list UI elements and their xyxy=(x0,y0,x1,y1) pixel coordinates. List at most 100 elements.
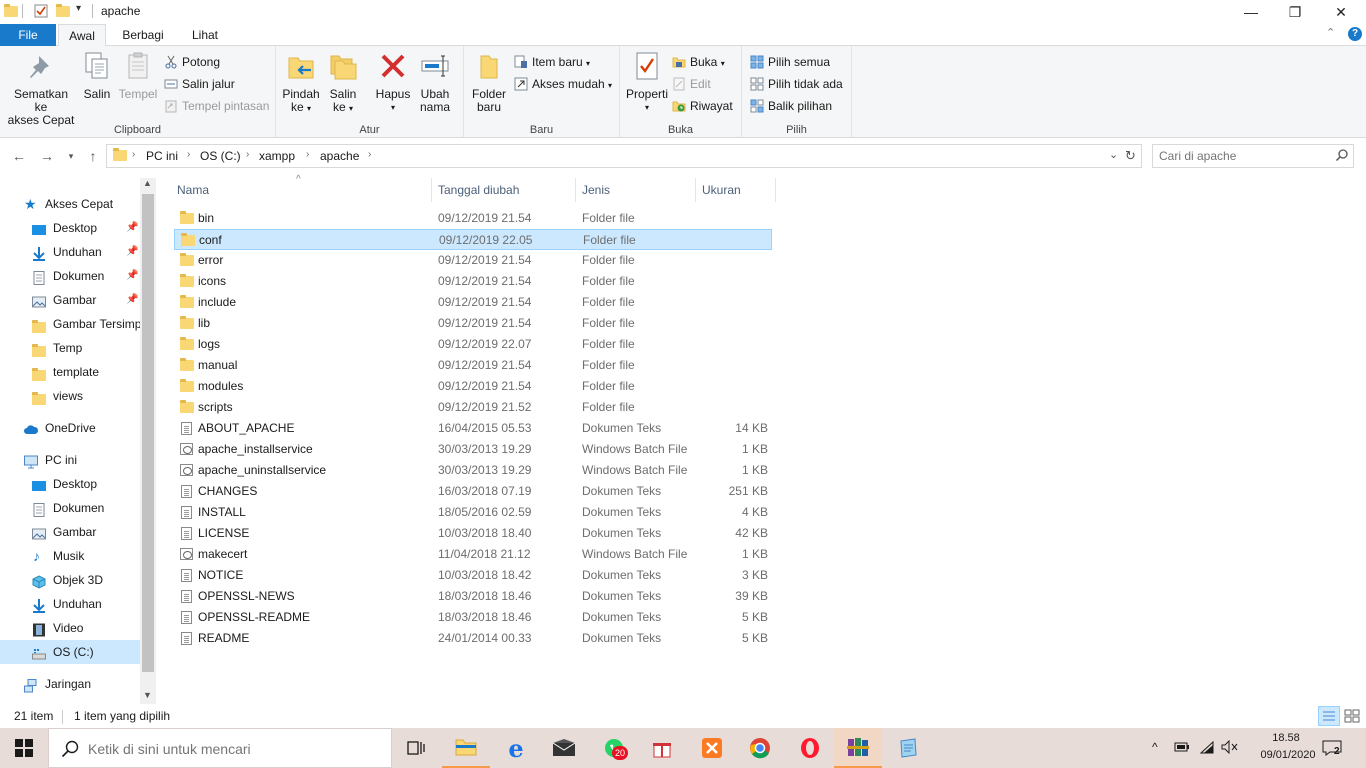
edit-button[interactable]: Edit xyxy=(672,74,711,94)
sidebar-item-videos[interactable]: Video xyxy=(0,616,140,640)
scrollbar-thumb[interactable] xyxy=(142,194,154,672)
copy-to-button[interactable]: Salin ke ▾ xyxy=(326,50,360,115)
file-row[interactable]: OPENSSL-NEWS 18/03/2018 18.46 Dokumen Teks… xyxy=(174,586,772,607)
edge-app[interactable]: e xyxy=(492,728,540,768)
paste-shortcut-button[interactable]: Tempel pintasan xyxy=(164,96,269,116)
cut-button[interactable]: Potong xyxy=(164,52,220,72)
sidebar-item-3d-objects[interactable]: Objek 3D xyxy=(0,568,140,592)
sidebar-item-views[interactable]: views xyxy=(0,384,140,408)
sidebar-item-pc-downloads[interactable]: Unduhan xyxy=(0,592,140,616)
sidebar-item-quick-access[interactable]: ★ Akses Cepat xyxy=(0,192,140,216)
gift-app[interactable] xyxy=(638,728,686,768)
breadcrumb-chevron-icon[interactable]: › xyxy=(368,149,371,160)
sidebar-item-music[interactable]: ♪ Musik xyxy=(0,544,140,568)
wifi-icon[interactable] xyxy=(1199,740,1215,757)
copy-path-button[interactable]: Salin jalur xyxy=(164,74,235,94)
tab-share[interactable]: Berbagi xyxy=(112,24,174,46)
maximize-button[interactable]: ❐ xyxy=(1272,0,1318,24)
file-explorer-app[interactable] xyxy=(442,728,490,768)
taskbar-search-box[interactable] xyxy=(48,728,392,768)
file-row[interactable]: conf 09/12/2019 22.05 Folder file xyxy=(174,229,772,250)
start-button[interactable] xyxy=(0,728,48,768)
breadcrumb-chevron-icon[interactable]: › xyxy=(187,149,190,160)
up-arrow-icon[interactable]: ↑ xyxy=(84,147,102,165)
sidebar-item-this-pc[interactable]: PC ini xyxy=(0,448,140,472)
clock-time[interactable]: 18.58 xyxy=(1264,732,1308,744)
column-header-size[interactable]: Ukuran xyxy=(696,178,776,202)
move-to-button[interactable]: Pindah ke ▾ xyxy=(282,50,320,115)
column-header-type[interactable]: Jenis xyxy=(576,178,696,202)
forward-arrow-icon[interactable]: → xyxy=(38,147,56,165)
navigation-scrollbar[interactable]: ▲ ▼ xyxy=(140,178,156,704)
xampp-app[interactable] xyxy=(688,728,736,768)
file-row[interactable]: apache_installservice 30/03/2013 19.29 Win… xyxy=(174,439,772,460)
sidebar-item-saved-pictures[interactable]: Gambar Tersimpan xyxy=(0,312,140,336)
invert-selection-button[interactable]: Balik pilihan xyxy=(750,96,832,116)
file-row[interactable]: error 09/12/2019 21.54 Folder file xyxy=(174,250,772,271)
new-folder-button[interactable]: Folder baru xyxy=(470,50,508,114)
recent-locations-chevron-icon[interactable]: ▾ xyxy=(62,147,80,165)
search-input[interactable] xyxy=(1159,148,1329,164)
copy-button[interactable]: Salin xyxy=(80,50,114,101)
notepad-app[interactable] xyxy=(884,728,932,768)
scroll-up-arrow-icon[interactable]: ▲ xyxy=(143,178,152,188)
select-all-button[interactable]: Pilih semua xyxy=(750,52,830,72)
file-row[interactable]: CHANGES 16/03/2018 07.19 Dokumen Teks 251 K… xyxy=(174,481,772,502)
tray-overflow-chevron-icon[interactable]: ^ xyxy=(1152,740,1158,754)
open-button[interactable]: Buka ▾ xyxy=(672,52,725,72)
speaker-muted-icon[interactable] xyxy=(1221,739,1239,757)
close-button[interactable]: ✕ xyxy=(1318,0,1364,24)
back-arrow-icon[interactable]: ← xyxy=(10,147,28,165)
file-row[interactable]: LICENSE 10/03/2018 18.40 Dokumen Teks 42 KB xyxy=(174,523,772,544)
column-header-name[interactable]: Nama xyxy=(171,178,432,202)
select-none-button[interactable]: Pilih tidak ada xyxy=(750,74,843,94)
tab-file[interactable]: File xyxy=(0,24,56,46)
file-row[interactable]: NOTICE 10/03/2018 18.42 Dokumen Teks 3 KB xyxy=(174,565,772,586)
sidebar-item-os-c[interactable]: OS (C:) xyxy=(0,640,140,664)
sidebar-item-pictures[interactable]: Gambar 📌 xyxy=(0,288,140,312)
easy-access-button[interactable]: Akses mudah ▾ xyxy=(514,74,612,94)
pin-quick-access-button[interactable]: Sematkan ke akses Cepat xyxy=(6,50,76,127)
tab-view[interactable]: Lihat xyxy=(180,24,230,46)
help-icon[interactable]: ? xyxy=(1348,27,1362,41)
file-row[interactable]: bin 09/12/2019 21.54 Folder file xyxy=(174,208,772,229)
delete-button[interactable]: Hapus ▾ xyxy=(372,50,414,114)
sidebar-item-downloads[interactable]: Unduhan 📌 xyxy=(0,240,140,264)
sidebar-item-network[interactable]: Jaringan xyxy=(0,672,140,696)
collapse-ribbon-icon[interactable]: ⌃ xyxy=(1326,26,1335,39)
file-row[interactable]: INSTALL 18/05/2016 02.59 Dokumen Teks 4 KB xyxy=(174,502,772,523)
sidebar-item-pc-pictures[interactable]: Gambar xyxy=(0,520,140,544)
file-row[interactable]: scripts 09/12/2019 21.52 Folder file xyxy=(174,397,772,418)
column-header-date[interactable]: Tanggal diubah xyxy=(432,178,576,202)
address-bar[interactable]: › PC ini › OS (C:) › xampp › apache › ⌄ … xyxy=(106,144,1142,168)
file-row[interactable]: OPENSSL-README 18/03/2018 18.46 Dokumen Te… xyxy=(174,607,772,628)
customize-toolbar-chevron-icon[interactable]: ▾ xyxy=(76,3,81,14)
file-row[interactable]: include 09/12/2019 21.54 Folder file xyxy=(174,292,772,313)
sidebar-item-desktop[interactable]: Desktop 📌 xyxy=(0,216,140,240)
minimize-button[interactable]: — xyxy=(1228,0,1274,24)
breadcrumb-apache[interactable]: apache xyxy=(320,149,359,163)
details-view-icon[interactable] xyxy=(1318,706,1340,726)
address-history-chevron-icon[interactable]: ⌄ xyxy=(1109,148,1118,161)
refresh-icon[interactable]: ↻ xyxy=(1125,148,1136,164)
file-row[interactable]: makecert 11/04/2018 21.12 Windows Batch Fi… xyxy=(174,544,772,565)
properties-button[interactable]: Properti ▾ xyxy=(624,50,670,114)
battery-icon[interactable] xyxy=(1174,741,1190,756)
new-item-button[interactable]: Item baru ▾ xyxy=(514,52,590,72)
breadcrumb-os-c[interactable]: OS (C:) xyxy=(200,149,241,163)
task-view-button[interactable] xyxy=(392,728,440,768)
file-row[interactable]: logs 09/12/2019 22.07 Folder file xyxy=(174,334,772,355)
file-row[interactable]: README 24/01/2014 00.33 Dokumen Teks 5 KB xyxy=(174,628,772,649)
file-row[interactable]: icons 09/12/2019 21.54 Folder file xyxy=(174,271,772,292)
history-button[interactable]: Riwayat xyxy=(672,96,733,116)
properties-check-icon[interactable] xyxy=(34,4,48,18)
scroll-down-arrow-icon[interactable]: ▼ xyxy=(143,690,152,700)
sidebar-item-pc-documents[interactable]: Dokumen xyxy=(0,496,140,520)
sidebar-item-temp[interactable]: Temp xyxy=(0,336,140,360)
mail-app[interactable] xyxy=(540,728,588,768)
whatsapp-app[interactable]: 20 xyxy=(590,728,638,768)
winrar-app[interactable] xyxy=(834,728,882,768)
file-row[interactable]: manual 09/12/2019 21.54 Folder file xyxy=(174,355,772,376)
sidebar-item-template[interactable]: template xyxy=(0,360,140,384)
breadcrumb-chevron-icon[interactable]: › xyxy=(246,149,249,160)
